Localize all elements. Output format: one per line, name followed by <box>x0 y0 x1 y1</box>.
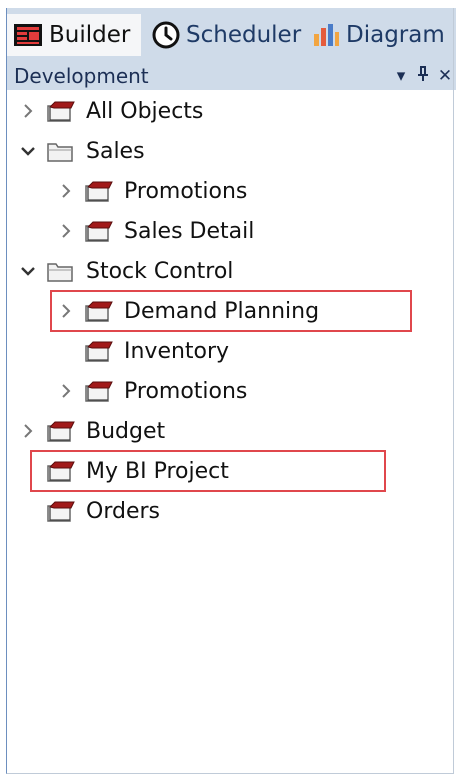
tree-item[interactable]: Budget <box>18 412 165 450</box>
tree-item-label: Inventory <box>124 338 230 364</box>
tree-item-label: Orders <box>86 498 160 524</box>
tree-item-label: Sales Detail <box>124 218 255 244</box>
tree-item[interactable]: Promotions <box>56 172 247 210</box>
project-folder-icon <box>84 219 114 243</box>
tree-item-label: Sales <box>86 138 145 164</box>
tree-item[interactable]: Sales Detail <box>56 212 254 250</box>
project-folder-icon <box>84 379 114 403</box>
tree-item[interactable]: Inventory <box>56 332 229 370</box>
chevron-right-icon[interactable] <box>56 182 76 200</box>
chevron-right-icon[interactable] <box>56 382 76 400</box>
tree-item-label: Budget <box>86 418 166 444</box>
chevron-down-icon[interactable] <box>18 264 38 278</box>
project-folder-icon <box>84 179 114 203</box>
tree-item-label: Stock Control <box>86 258 234 284</box>
tree-item-label: Promotions <box>124 378 248 404</box>
highlight-box <box>30 450 386 492</box>
tree-item-label: All Objects <box>86 98 204 124</box>
tree-item[interactable]: Stock Control <box>18 252 233 290</box>
project-folder-icon <box>46 99 76 123</box>
tree-item[interactable]: Sales <box>18 132 145 170</box>
chevron-right-icon[interactable] <box>18 422 38 440</box>
tree-item[interactable]: Promotions <box>56 372 247 410</box>
highlight-box <box>50 290 412 332</box>
tree-item[interactable]: All Objects <box>18 92 203 130</box>
project-folder-icon <box>46 419 76 443</box>
project-folder-icon <box>84 339 114 363</box>
tree-item-label: Promotions <box>124 178 248 204</box>
open-folder-icon <box>46 139 76 163</box>
chevron-right-icon[interactable] <box>18 102 38 120</box>
chevron-right-icon[interactable] <box>56 222 76 240</box>
open-folder-icon <box>46 259 76 283</box>
tree-item[interactable]: Orders <box>18 492 160 530</box>
chevron-down-icon[interactable] <box>18 144 38 158</box>
project-folder-icon <box>46 499 76 523</box>
